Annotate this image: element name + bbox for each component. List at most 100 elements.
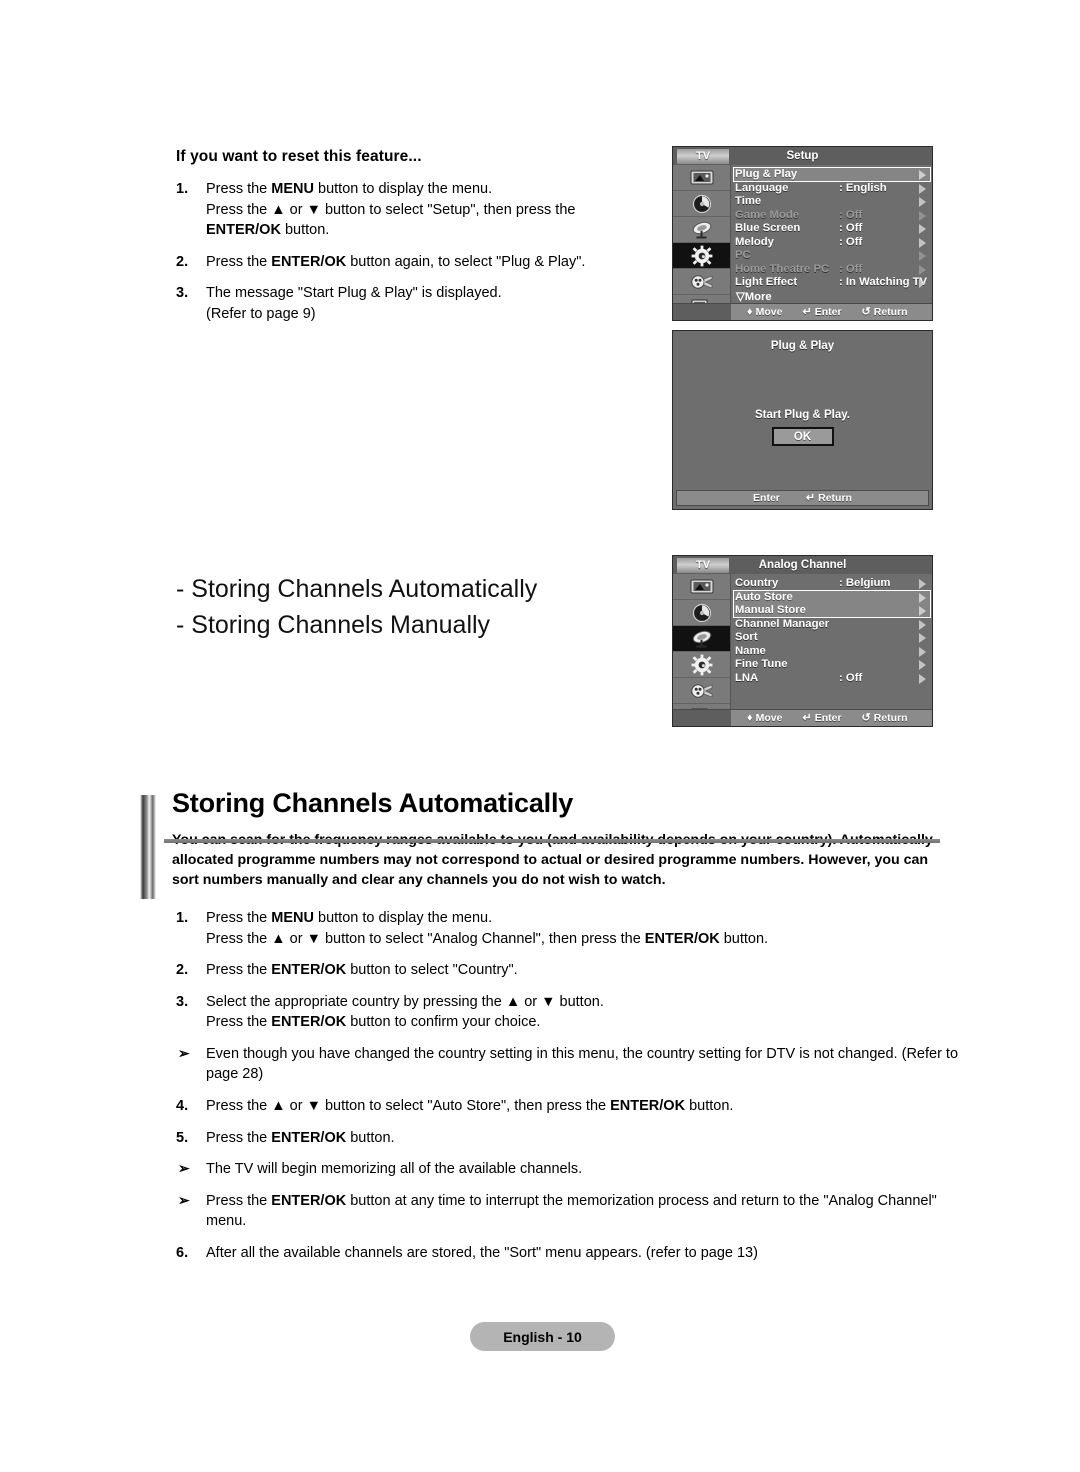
procedure-step-list: 1. Press the MENU button to display the m…: [176, 908, 966, 1275]
setup-menu-header: TV Setup: [673, 147, 932, 165]
osd-menu-item[interactable]: Home Theatre PC : Off: [735, 263, 928, 277]
setup-osd-menu: TV Setup D Plug & PlayLanguage: English T…: [672, 146, 933, 321]
sound-icon[interactable]: [673, 191, 730, 217]
chapter-line-1: - Storing Channels Automatically: [176, 575, 538, 603]
setup-gear-icon[interactable]: [673, 243, 730, 269]
step-line: Press the ▲ or ▼ button to select "Auto …: [206, 1098, 734, 1115]
chevron-right-icon: [919, 170, 926, 180]
osd-item-label: LNA: [735, 671, 759, 684]
plug-play-dialog-title: Plug & Play: [770, 340, 835, 352]
setup-footer-hints: ♦ Move ↵ Enter ↺ Return: [731, 306, 932, 318]
osd-menu-item[interactable]: Game Mode: Off: [735, 209, 928, 223]
plug-play-message: Start Plug & Play.: [754, 409, 850, 421]
note-bullet-icon: ➢: [178, 1191, 190, 1208]
analog-menu-footer: ♦ Move ↵ Enter ↺ Return: [673, 709, 932, 726]
setup-menu-items: Plug & Play Language: English Time Game Mod…: [731, 165, 932, 320]
osd-item-value: : Off: [839, 262, 863, 275]
step-line: The message "Start Plug & Play" is displ…: [206, 285, 502, 302]
procedure-step: 6. After all the available channels are s…: [176, 1243, 966, 1264]
step-line: The TV will begin memorizing all of the …: [206, 1161, 583, 1178]
page-title: Storing Channels Automatically: [172, 788, 574, 818]
osd-menu-item[interactable]: Light Effect : In Watching TV: [735, 276, 928, 290]
osd-menu-item[interactable]: Name: [735, 645, 928, 659]
heading-accent-bar: [140, 795, 156, 899]
step-text: Press the ENTER/OK button.: [206, 1128, 966, 1149]
procedure-note: ➢ The TV will begin memorizing all of the…: [176, 1159, 966, 1180]
step-line: Press the ENTER/OK button to confirm you…: [206, 1014, 541, 1031]
setup-gear-icon[interactable]: [673, 652, 730, 678]
osd-menu-item[interactable]: Language: English: [735, 182, 928, 196]
analog-menu-header: TV Analog Channel: [673, 556, 932, 574]
osd-item-value: : Off: [839, 208, 863, 221]
osd-item-label: Light Effect: [735, 276, 798, 288]
footer-hint-icon: ↵: [802, 305, 812, 318]
step-text: Even though you have changed the country…: [206, 1044, 966, 1085]
channel-dish-icon[interactable]: [673, 217, 730, 243]
step-text: The TV will begin memorizing all of the …: [206, 1159, 966, 1180]
osd-item-label: Country: [735, 577, 779, 589]
osd-menu-item[interactable]: Blue Screen: Off: [735, 222, 928, 236]
osd-item-value: : In Watching TV: [839, 276, 928, 288]
tv-tab-label: TV: [677, 149, 729, 164]
chevron-right-icon: [919, 592, 926, 603]
heading-divider: [164, 839, 940, 843]
osd-item-label: Home Theatre PC: [735, 262, 830, 275]
osd-menu-item[interactable]: Manual Store: [735, 604, 928, 618]
osd-menu-item[interactable]: Fine Tune: [735, 658, 928, 672]
osd-footer-hint: ↺ Return: [862, 306, 908, 318]
step-number: 5.: [176, 1129, 189, 1146]
osd-item-label: PC: [735, 249, 751, 261]
chevron-right-icon: [919, 183, 926, 194]
plug-play-ok-button[interactable]: OK: [771, 427, 834, 446]
osd-footer-hint: ↵ Enter: [802, 712, 841, 724]
chevron-right-icon: [919, 264, 926, 275]
osd-item-label: Name: [735, 644, 766, 657]
chevron-right-icon: [919, 278, 926, 288]
footer-hint-icon: ↺: [861, 305, 871, 318]
footer-hint-icon: ↵: [805, 491, 816, 504]
step-number: 6.: [176, 1244, 189, 1261]
plug-play-dialog-footer: Enter ↵ Return: [676, 490, 929, 506]
osd-more-indicator[interactable]: ▽More: [735, 290, 928, 303]
osd-menu-item[interactable]: Plug & Play: [735, 168, 928, 182]
procedure-note: ➢ Press the ENTER/OK button at any time t…: [176, 1191, 966, 1232]
step-line: Select the appropriate country by pressi…: [206, 993, 604, 1010]
footer-hint-label: Enter: [814, 712, 842, 724]
step-text: Press the ENTER/OK button at any time to…: [206, 1191, 966, 1232]
osd-footer-hint: ↺ Return: [862, 712, 908, 724]
chevron-right-icon: [919, 210, 926, 221]
osd-menu-item[interactable]: PC: [735, 249, 928, 263]
chevron-right-icon: [919, 606, 926, 616]
osd-menu-item[interactable]: Time: [735, 195, 928, 209]
procedure-step: 1. Press the MENU button to display the m…: [176, 908, 966, 949]
input-plug-icon[interactable]: [673, 269, 730, 295]
osd-menu-item[interactable]: Channel Manager: [735, 618, 928, 632]
footer-hint-label: Enter: [753, 492, 780, 504]
osd-menu-item[interactable]: Melody: Off: [735, 236, 928, 250]
osd-menu-item[interactable]: Sort: [735, 631, 928, 645]
osd-footer-hint: ↵ Enter: [802, 306, 841, 318]
chapter-line-2: - Storing Channels Manually: [176, 610, 491, 639]
footer-hint-icon: ♦: [747, 305, 753, 318]
osd-item-label: Fine Tune: [735, 658, 788, 670]
footer-hint-label: Move: [755, 306, 783, 318]
step-number: 3.: [176, 285, 189, 302]
step-line: Press the ENTER/OK button at any time to…: [206, 1192, 937, 1230]
osd-footer-hint: ♦ Move: [747, 306, 782, 318]
analog-channel-osd-menu: TV Analog Channel D Country: BelgiumAuto…: [672, 555, 933, 727]
picture-icon[interactable]: [673, 165, 730, 191]
osd-item-value: : Off: [839, 222, 863, 234]
chevron-right-icon: [919, 237, 926, 248]
footer-hint-icon: ↵: [802, 711, 812, 724]
footer-hint-icon: ♦: [747, 711, 753, 724]
input-plug-icon[interactable]: [673, 678, 730, 704]
procedure-step: 3. Select the appropriate country by pres…: [176, 992, 966, 1033]
reset-step: 2. Press the ENTER/OK button again, to se…: [176, 252, 656, 273]
osd-menu-item[interactable]: LNA: Off: [735, 672, 928, 686]
analog-footer-hints: ♦ Move ↵ Enter ↺ Return: [731, 712, 932, 724]
step-text: Press the MENU button to display the men…: [206, 179, 656, 241]
procedure-step: 4. Press the ▲ or ▼ button to select "Aut…: [176, 1096, 966, 1117]
osd-menu-item[interactable]: Auto Store: [735, 591, 928, 605]
osd-menu-item[interactable]: Country: Belgium: [735, 577, 928, 591]
step-text: The message "Start Plug & Play" is displ…: [206, 283, 656, 324]
